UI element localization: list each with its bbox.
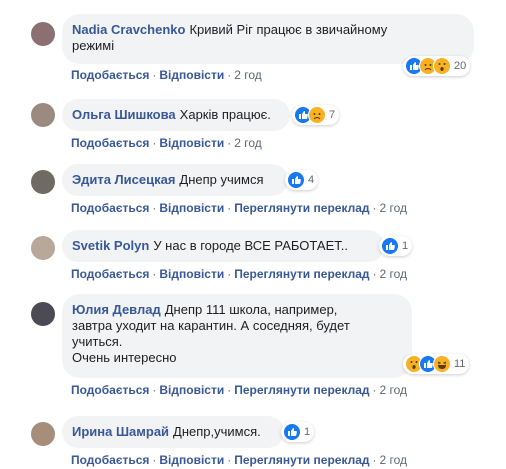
- reaction-count: 7: [329, 109, 336, 121]
- avatar[interactable]: [31, 22, 55, 46]
- comment-author[interactable]: Nadia Cravchenko: [72, 22, 185, 37]
- like-reaction-icon: [283, 423, 301, 441]
- comment-text: Днепр учимся: [179, 172, 264, 187]
- comment-actions: Подобається · Відповісти · 2 год: [71, 135, 262, 151]
- comment-text-cont: режимі: [72, 38, 115, 53]
- reactions-summary[interactable]: 1: [379, 236, 413, 256]
- wow-reaction-icon: [433, 57, 451, 75]
- separator: ·: [227, 201, 232, 215]
- like-reaction-icon: [381, 237, 399, 255]
- comment-actions: Подобається · Відповісти · Переглянути перек…: [71, 266, 407, 282]
- comment-author[interactable]: Ольга Шишкова: [72, 107, 176, 122]
- reactions-summary[interactable]: 11: [403, 354, 470, 374]
- separator: ·: [227, 453, 232, 467]
- avatar[interactable]: [31, 170, 55, 194]
- like-link[interactable]: Подобається: [71, 383, 149, 397]
- reaction-count: 1: [304, 426, 311, 438]
- timestamp[interactable]: 2 год: [380, 383, 408, 397]
- separator: ·: [227, 383, 232, 397]
- separator: ·: [152, 68, 157, 82]
- see-translation-link[interactable]: Переглянути переклад: [234, 267, 369, 281]
- separator: ·: [152, 453, 157, 467]
- avatar[interactable]: [31, 422, 55, 446]
- avatar[interactable]: [31, 302, 55, 326]
- separator: ·: [152, 201, 157, 215]
- separator: ·: [227, 136, 232, 150]
- comment-text-cont: завтра уходит на карантин. А соседняя, б…: [72, 318, 350, 333]
- like-link[interactable]: Подобається: [71, 267, 149, 281]
- haha-reaction-icon: [433, 355, 451, 373]
- separator: ·: [372, 267, 377, 281]
- timestamp[interactable]: 2 год: [380, 453, 408, 467]
- like-reaction-icon: [287, 171, 305, 189]
- separator: ·: [227, 68, 232, 82]
- timestamp[interactable]: 2 год: [234, 68, 262, 82]
- comment-text-cont: Очень интересно: [72, 350, 177, 365]
- comment-text: Днепр 111 школа, например,: [164, 302, 338, 317]
- reactions-summary[interactable]: 7: [292, 105, 340, 125]
- reply-link[interactable]: Відповісти: [159, 136, 224, 150]
- sad-reaction-icon: [308, 106, 326, 124]
- like-link[interactable]: Подобається: [71, 453, 149, 467]
- reaction-count: 11: [454, 358, 466, 370]
- comment-author[interactable]: Ирина Шамрай: [72, 424, 169, 439]
- see-translation-link[interactable]: Переглянути переклад: [234, 201, 369, 215]
- reply-link[interactable]: Відповісти: [159, 267, 224, 281]
- comment-bubble: Эдита Лисецкая Днепр учимся: [62, 164, 288, 196]
- reactions-summary[interactable]: 1: [281, 422, 315, 442]
- comment-actions: Подобається · Відповісти · 2 год: [71, 67, 262, 83]
- separator: ·: [227, 267, 232, 281]
- separator: ·: [152, 136, 157, 150]
- comment-text: Днепр,учимся.: [173, 424, 261, 439]
- comment-author[interactable]: Svetik Polyn: [72, 238, 149, 253]
- see-translation-link[interactable]: Переглянути переклад: [234, 453, 369, 467]
- reaction-count: 4: [308, 174, 315, 186]
- timestamp[interactable]: 2 год: [380, 267, 408, 281]
- comment-bubble: Ирина Шамрай Днепр,учимся.: [62, 416, 284, 448]
- comment-author[interactable]: Эдита Лисецкая: [72, 172, 175, 187]
- avatar[interactable]: [31, 236, 55, 260]
- separator: ·: [372, 453, 377, 467]
- separator: ·: [372, 201, 377, 215]
- comment-text-cont: учиться.: [72, 334, 123, 349]
- reply-link[interactable]: Відповісти: [159, 68, 224, 82]
- reactions-summary[interactable]: 4: [285, 170, 319, 190]
- like-link[interactable]: Подобається: [71, 201, 149, 215]
- comment-actions: Подобається · Відповісти · Переглянути перек…: [71, 382, 407, 398]
- comment-actions: Подобається · Відповісти · Переглянути перек…: [71, 452, 407, 468]
- reply-link[interactable]: Відповісти: [159, 383, 224, 397]
- reaction-count: 20: [454, 60, 467, 72]
- timestamp[interactable]: 2 год: [234, 136, 262, 150]
- comment-author[interactable]: Юлия Девлад: [72, 302, 161, 317]
- reactions-summary[interactable]: 20: [403, 56, 471, 76]
- separator: ·: [152, 383, 157, 397]
- reply-link[interactable]: Відповісти: [159, 453, 224, 467]
- timestamp[interactable]: 2 год: [380, 201, 408, 215]
- comment-text: Кривий Ріг працює в звичайному: [189, 22, 388, 37]
- comment-text: Харків працює.: [179, 107, 271, 122]
- avatar[interactable]: [31, 103, 55, 127]
- like-link[interactable]: Подобається: [71, 136, 149, 150]
- comment-actions: Подобається · Відповісти · Переглянути перек…: [71, 200, 407, 216]
- comment-bubble: Ольга Шишкова Харків працює.: [62, 99, 290, 131]
- reaction-count: 1: [402, 240, 409, 252]
- separator: ·: [152, 267, 157, 281]
- separator: ·: [372, 383, 377, 397]
- comment-bubble: Юлия Девлад Днепр 111 школа, например, за…: [62, 294, 412, 378]
- comment-text: У нас в городе ВСЕ РАБОТАЕТ..: [153, 238, 348, 253]
- comment-bubble: Svetik Polyn У нас в городе ВСЕ РАБОТАЕТ.…: [62, 230, 384, 262]
- reply-link[interactable]: Відповісти: [159, 201, 224, 215]
- like-link[interactable]: Подобається: [71, 68, 149, 82]
- see-translation-link[interactable]: Переглянути переклад: [234, 383, 369, 397]
